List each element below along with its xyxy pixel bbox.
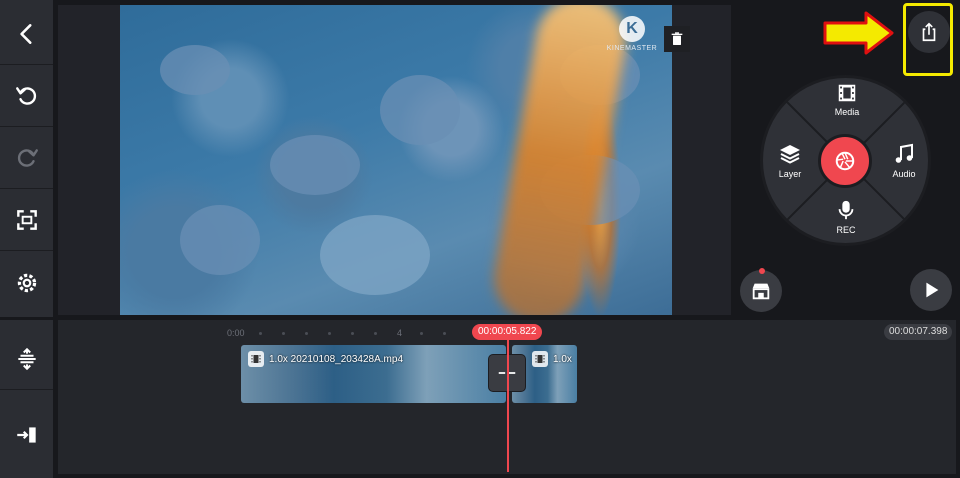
- jump-to-end-button[interactable]: [0, 404, 53, 466]
- undo-button[interactable]: [0, 66, 53, 127]
- playhead[interactable]: [507, 340, 509, 472]
- trash-icon: [671, 32, 683, 45]
- ruler-tick: [282, 332, 285, 335]
- timeline-expand-icon: [17, 347, 36, 370]
- film-icon: [248, 351, 264, 367]
- highlight-arrow-icon: [823, 11, 894, 55]
- ruler-tick: [259, 332, 262, 335]
- layers-icon: [780, 145, 800, 164]
- timeline-expand-button[interactable]: [0, 328, 53, 390]
- notification-dot: [759, 268, 765, 274]
- total-time-badge: 00:00:07.398: [884, 324, 953, 340]
- music-note-icon: [895, 143, 913, 163]
- ruler-tick: [328, 332, 331, 335]
- ruler-label-mid: 4: [397, 328, 403, 338]
- settings-icon: [17, 273, 36, 292]
- delete-watermark-button[interactable]: [664, 26, 690, 52]
- clip-name: 1.0x 20210108_203428A.mp4: [269, 353, 404, 365]
- layer-button[interactable]: Layer: [765, 142, 815, 179]
- fullscreen-button[interactable]: [0, 190, 53, 251]
- film-icon: [532, 351, 548, 367]
- play-button[interactable]: [910, 269, 952, 311]
- left-toolbar: [0, 0, 53, 317]
- camera-capture-button[interactable]: [818, 134, 872, 188]
- rec-label: REC: [836, 225, 856, 235]
- coral-shape: [180, 205, 260, 275]
- ruler-tick: [305, 332, 308, 335]
- kinemaster-editor: K KINEMASTER Media Layer Audio REC 0:00 …: [0, 0, 960, 478]
- ruler-tick: [374, 332, 377, 335]
- microphone-icon: [838, 200, 854, 220]
- store-icon: [752, 283, 770, 300]
- coral-shape: [270, 135, 360, 195]
- watermark-logo-icon: K: [619, 16, 645, 42]
- audio-button[interactable]: Audio: [879, 142, 929, 179]
- ruler-tick: [420, 332, 423, 335]
- media-label: Media: [834, 107, 860, 117]
- clip-name: 1.0x: [553, 353, 572, 365]
- kinemaster-watermark: K KINEMASTER: [606, 16, 658, 52]
- settings-button[interactable]: [0, 252, 53, 313]
- ruler-label-start: 0:00: [227, 328, 245, 338]
- media-button[interactable]: Media: [822, 82, 872, 117]
- fullscreen-icon: [16, 210, 37, 230]
- redo-button[interactable]: [0, 128, 53, 189]
- ruler-tick: [351, 332, 354, 335]
- coral-shape: [160, 45, 230, 95]
- ruler-tick: [443, 332, 446, 335]
- video-preview[interactable]: [120, 5, 672, 315]
- back-button[interactable]: [0, 4, 53, 65]
- share-icon: [922, 22, 936, 42]
- watermark-text: KINEMASTER: [606, 45, 658, 52]
- audio-label: Audio: [892, 169, 916, 179]
- back-icon: [19, 24, 32, 44]
- share-export-button[interactable]: [908, 11, 950, 53]
- rec-button[interactable]: REC: [821, 198, 871, 235]
- clip-label: 1.0x: [532, 351, 572, 367]
- coral-shape: [320, 215, 430, 295]
- camera-shutter-icon: [835, 151, 855, 171]
- layer-label: Layer: [778, 169, 802, 179]
- coral-shape: [380, 75, 460, 145]
- current-time-badge: 00:00:05.822: [472, 324, 543, 340]
- jump-to-end-icon: [16, 427, 36, 443]
- redo-icon: [17, 149, 38, 167]
- asset-store-button[interactable]: [740, 270, 782, 312]
- clip-label: 1.0x 20210108_203428A.mp4: [248, 351, 403, 367]
- media-film-icon: [838, 84, 856, 102]
- undo-icon: [15, 87, 36, 105]
- video-clip[interactable]: 1.0x 20210108_203428A.mp4: [241, 345, 506, 403]
- play-icon: [926, 282, 939, 298]
- timeline-toolbar: [0, 320, 53, 478]
